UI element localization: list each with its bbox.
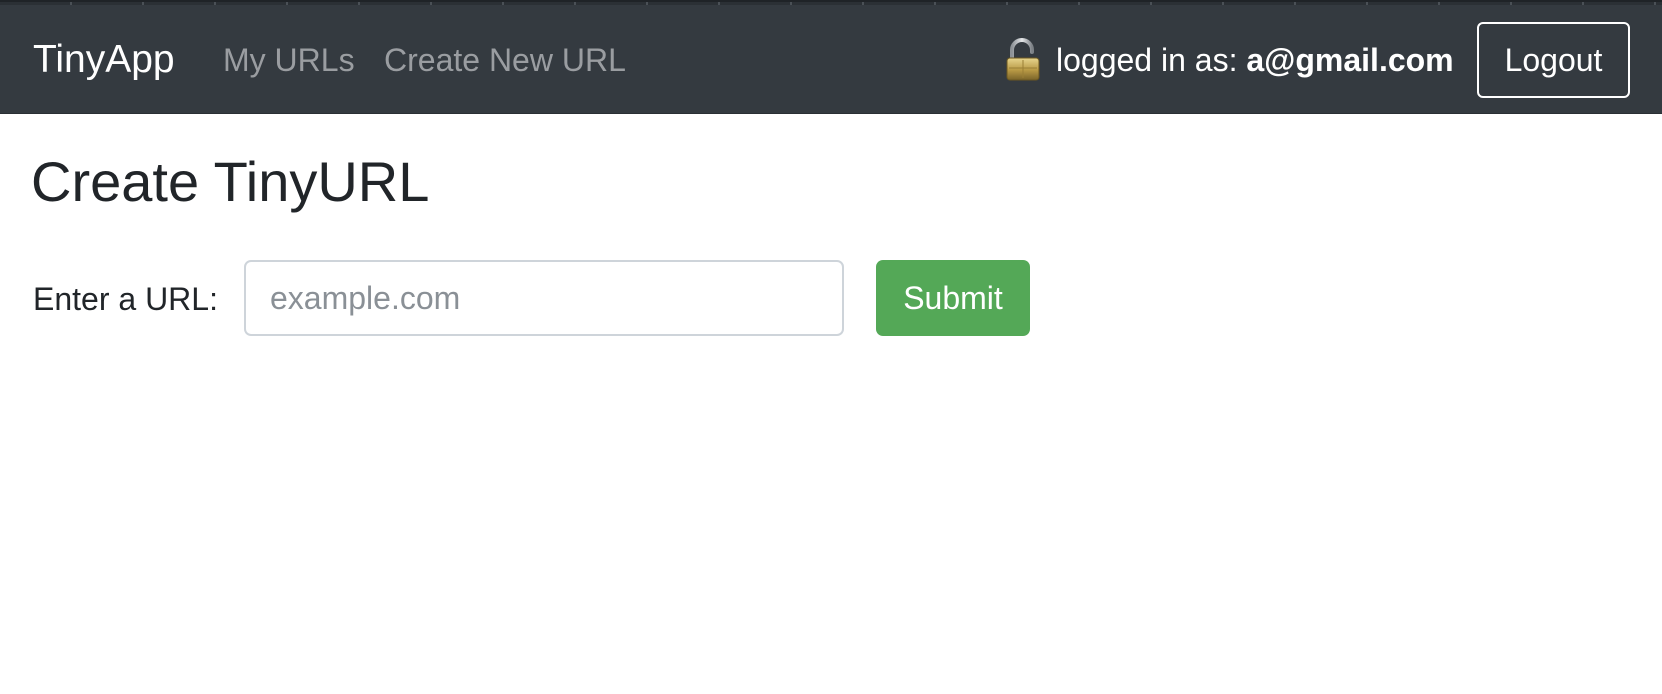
nav-link-create-new-url[interactable]: Create New URL xyxy=(384,40,626,80)
user-email: a@gmail.com xyxy=(1246,42,1454,78)
logout-button[interactable]: Logout xyxy=(1477,22,1630,98)
brand-link[interactable]: TinyApp xyxy=(33,36,175,84)
login-status: logged in as: a@gmail.com xyxy=(1056,40,1454,80)
open-padlock-icon xyxy=(1004,38,1042,82)
nav-link-my-urls[interactable]: My URLs xyxy=(223,40,355,80)
page-title: Create TinyURL xyxy=(31,150,430,213)
login-status-prefix: logged in as: xyxy=(1056,42,1247,78)
submit-button[interactable]: Submit xyxy=(876,260,1030,336)
url-field-label: Enter a URL: xyxy=(33,281,218,317)
top-navbar: TinyApp My URLs Create New URL logged in… xyxy=(0,0,1662,114)
url-input[interactable] xyxy=(244,260,844,336)
browser-edge-strip xyxy=(0,2,1662,5)
